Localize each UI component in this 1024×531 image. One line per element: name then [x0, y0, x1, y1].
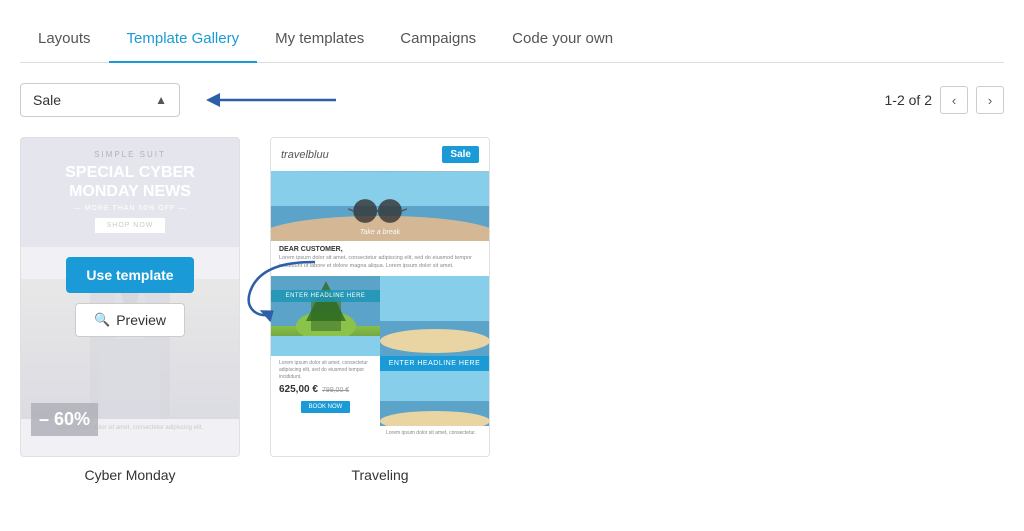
tv-logo: travelbluu	[281, 149, 329, 161]
template-label-traveling: Traveling	[270, 467, 490, 483]
pagination-label: 1-2 of 2	[885, 92, 932, 108]
template-card-cyber-monday[interactable]: SIMPLE SUIT SPECIAL CYBER MONDAY NEWS — …	[20, 137, 240, 483]
tv-ocean-cell: ENTER HEADLINE HERE Lorem ipsum dolor si…	[380, 276, 489, 456]
tv-header: travelbluu Sale	[271, 138, 489, 171]
tv-lorem2: Lorem ipsum dolor sit amet, consectetur …	[279, 360, 372, 381]
tab-my-templates[interactable]: My templates	[257, 16, 382, 63]
tv-headline1: ENTER HEADLINE HERE	[271, 290, 380, 302]
card-overlay-cyber-monday: Use template 🔍 Preview	[21, 138, 239, 456]
tv-island-image	[271, 276, 380, 356]
tv-lorem3: Lorem ipsum dolor sit amet, consectetur.	[380, 426, 489, 441]
toolbar: Sale ▲ 1-2 of 2 ‹ ›	[20, 83, 1004, 117]
toolbar-left: Sale ▲	[20, 83, 346, 117]
template-label-cyber-monday: Cyber Monday	[20, 467, 240, 483]
tv-ocean-image	[380, 276, 489, 356]
pagination: 1-2 of 2 ‹ ›	[885, 86, 1004, 114]
chevron-down-icon: ▲	[155, 93, 167, 107]
category-dropdown[interactable]: Sale ▲	[20, 83, 180, 117]
tv-price-section: Lorem ipsum dolor sit amet, consectetur …	[271, 356, 380, 420]
card-image-traveling: travelbluu Sale	[270, 137, 490, 457]
tv-take-break: Take a break	[360, 229, 400, 236]
tv-beach2-image	[380, 371, 489, 426]
tv-bottom-banner: ENTER HEADLINE HERE	[380, 356, 489, 371]
templates-grid: SIMPLE SUIT SPECIAL CYBER MONDAY NEWS — …	[20, 137, 1004, 483]
tv-price: 625,00 €	[279, 384, 318, 395]
tv-book-btn: BOOK NOW	[301, 401, 351, 413]
preview-label: Preview	[116, 312, 166, 328]
use-template-button[interactable]: Use template	[66, 257, 193, 293]
tv-intro-lorem: Lorem ipsum dolor sit amet, consectetur …	[271, 255, 489, 276]
tv-beach-image: Take a break	[271, 171, 489, 241]
traveling-preview: travelbluu Sale	[271, 138, 489, 456]
next-page-button[interactable]: ›	[976, 86, 1004, 114]
dropdown-value: Sale	[33, 92, 61, 108]
tab-campaigns[interactable]: Campaigns	[382, 16, 494, 63]
tv-sale-badge: Sale	[442, 146, 479, 163]
preview-button[interactable]: 🔍 Preview	[75, 303, 185, 337]
tab-template-gallery[interactable]: Template Gallery	[109, 16, 258, 63]
arrow-indicator	[206, 88, 346, 112]
tab-code-your-own[interactable]: Code your own	[494, 16, 631, 63]
prev-page-button[interactable]: ‹	[940, 86, 968, 114]
tv-dear: DEAR CUSTOMER,	[271, 241, 489, 255]
tab-bar: Layouts Template Gallery My templates Ca…	[20, 16, 1004, 63]
card-image-cyber-monday: SIMPLE SUIT SPECIAL CYBER MONDAY NEWS — …	[20, 137, 240, 457]
tv-island-cell: ENTER HEADLINE HERE Lorem ipsum dolor si…	[271, 276, 380, 456]
template-card-traveling[interactable]: travelbluu Sale	[270, 137, 490, 483]
tv-old-price: 799,00 €	[322, 387, 349, 394]
tv-bottom-grid: ENTER HEADLINE HERE Lorem ipsum dolor si…	[271, 276, 489, 456]
search-icon: 🔍	[94, 312, 110, 328]
tab-layouts[interactable]: Layouts	[20, 16, 109, 63]
